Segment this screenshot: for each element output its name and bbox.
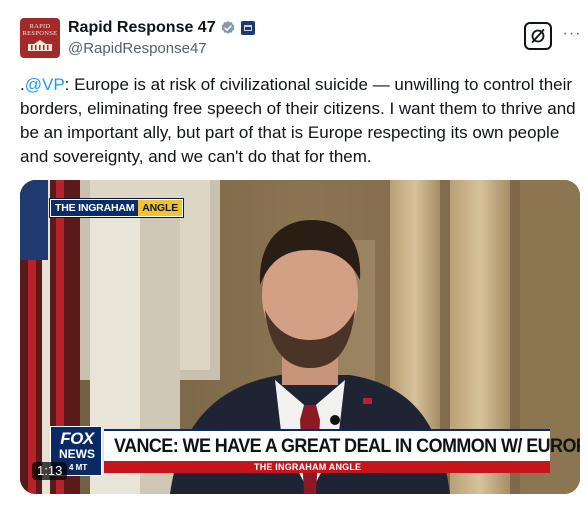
mention-link[interactable]: @VP xyxy=(25,75,65,94)
show-title-part2: ANGLE xyxy=(138,200,183,216)
show-title-part1: THE INGRAHAM xyxy=(51,200,139,216)
sub-banner: THE INGRAHAM ANGLE xyxy=(104,461,550,473)
lower-third-banner: FOX NEWS 4 MT VANCE: WE HAVE A GREAT DEA… xyxy=(50,426,580,478)
fox-logo-top: FOX xyxy=(60,429,94,448)
government-building-icon xyxy=(240,21,255,35)
more-icon: ··· xyxy=(562,25,582,42)
fox-logo-suffix: 4 MT xyxy=(69,463,88,472)
avatar[interactable]: RAPID RESPONSE xyxy=(20,18,60,58)
tweet-header: RAPID RESPONSE Rapid Response 47 @RapidR… xyxy=(20,14,580,60)
avatar-text: RAPID RESPONSE xyxy=(22,23,58,37)
user-handle[interactable]: @RapidResponse47 xyxy=(68,40,207,58)
sub-banner-text: THE INGRAHAM ANGLE xyxy=(254,462,362,472)
white-house-icon xyxy=(28,40,52,51)
headline-bar: VANCE: WE HAVE A GREAT DEAL IN COMMON W/… xyxy=(104,429,580,461)
grok-icon xyxy=(531,29,545,43)
headline-text: VANCE: WE HAVE A GREAT DEAL IN COMMON W/… xyxy=(114,435,580,457)
video-duration-badge: 1:13 xyxy=(32,462,68,480)
show-title-tag: THE INGRAHAM ANGLE xyxy=(50,199,184,217)
more-button[interactable]: ··· xyxy=(560,22,584,46)
name-row: Rapid Response 47 xyxy=(68,18,255,38)
display-name[interactable]: Rapid Response 47 xyxy=(68,18,216,38)
tweet-text: .@VP: Europe is at risk of civilizationa… xyxy=(20,73,580,169)
tweet-body: : Europe is at risk of civilizational su… xyxy=(20,75,576,166)
video-player[interactable]: THE INGRAHAM ANGLE FOX NEWS 4 MT VANCE: … xyxy=(20,180,580,494)
fox-logo-bottom: NEWS xyxy=(53,447,101,461)
grok-button[interactable] xyxy=(524,22,552,50)
verified-badge-icon xyxy=(221,21,235,34)
